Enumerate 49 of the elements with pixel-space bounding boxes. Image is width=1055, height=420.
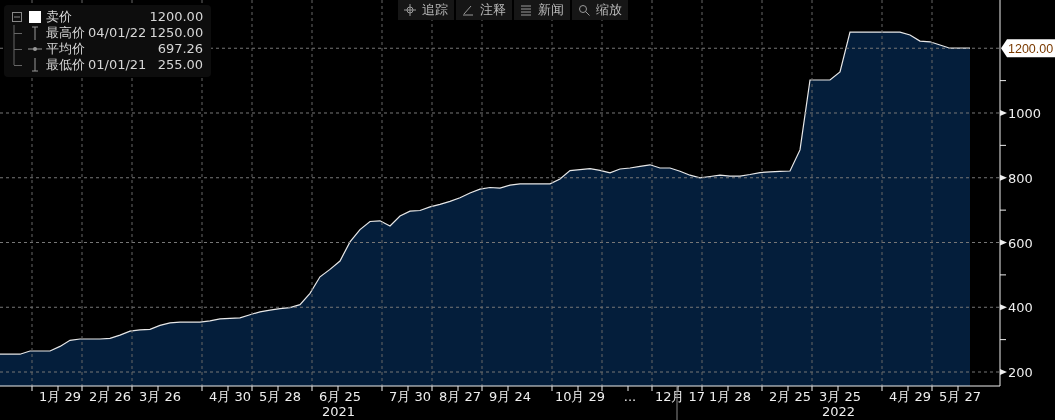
legend-label: 卖价 xyxy=(46,9,73,25)
average-marker-icon xyxy=(28,44,42,54)
axis-tick-label: ... xyxy=(623,389,637,404)
legend-label: 最高价 xyxy=(46,25,85,41)
axis-tick-label: 9月 24 xyxy=(489,389,531,404)
legend-value: 1250.00 xyxy=(149,25,204,41)
toolbar-button[interactable]: 新闻 xyxy=(514,0,570,20)
toolbar-button[interactable]: 缩放 xyxy=(572,0,628,20)
crosshair-icon xyxy=(404,3,416,16)
axis-tick-label: 10月 29 xyxy=(554,389,606,404)
axis-tick-label: 6月 25 xyxy=(319,389,361,404)
news-icon xyxy=(520,3,532,16)
axis-tick-label: 3月 26 xyxy=(139,389,181,404)
last-price-tag: 1200.00 xyxy=(1001,39,1055,58)
axis-tick-label: 1月 29 xyxy=(39,389,81,404)
toolbar-button[interactable]: 追踪 xyxy=(398,0,454,20)
year-label: 2021 xyxy=(321,404,356,419)
legend-value: 1200.00 xyxy=(149,9,204,25)
high-marker-icon xyxy=(30,26,40,40)
year-label: 2022 xyxy=(821,404,856,419)
legend-value: 697.26 xyxy=(156,41,204,57)
axis-tick-label: 4月 29 xyxy=(889,389,931,404)
axis-tick-label: 5月 28 xyxy=(259,389,301,404)
toolbar-button[interactable]: 注释 xyxy=(456,0,512,20)
axis-tick-label: 2月 26 xyxy=(89,389,131,404)
legend-date: 01/01/21 xyxy=(88,57,147,73)
legend-label: 平均价 xyxy=(46,41,85,57)
tree-connector xyxy=(12,25,22,41)
axis-tick-label: 800 xyxy=(1008,170,1033,186)
legend-value: 255.00 xyxy=(156,57,204,73)
axis-tick-label: 1000 xyxy=(1008,106,1042,121)
low-marker-icon xyxy=(30,58,40,72)
axis-tick-label: 3月 25 xyxy=(819,389,861,404)
axis-tick-label: 4月 30 xyxy=(209,389,251,404)
collapse-icon[interactable] xyxy=(12,12,22,22)
axis-tick-label: 600 xyxy=(1008,235,1033,251)
pencil-icon xyxy=(462,3,474,16)
legend-date: 04/01/22 xyxy=(88,25,147,41)
axis-tick-label: 200 xyxy=(1008,365,1033,380)
axis-tick-label: 400 xyxy=(1008,300,1033,316)
swatch-icon xyxy=(29,11,41,23)
legend-label: 最低价 xyxy=(46,57,85,73)
axis-tick-label: 2月 25 xyxy=(769,389,811,404)
axis-tick-label: 5月 27 xyxy=(939,389,981,404)
axis-tick-label: 7月 30 xyxy=(389,389,431,404)
axis-tick-label: 8月 27 xyxy=(439,389,481,404)
axis-tick-label: 1月 28 xyxy=(709,389,751,404)
axis-tick-label: 12月 17 xyxy=(654,389,706,404)
search-icon xyxy=(578,3,590,16)
